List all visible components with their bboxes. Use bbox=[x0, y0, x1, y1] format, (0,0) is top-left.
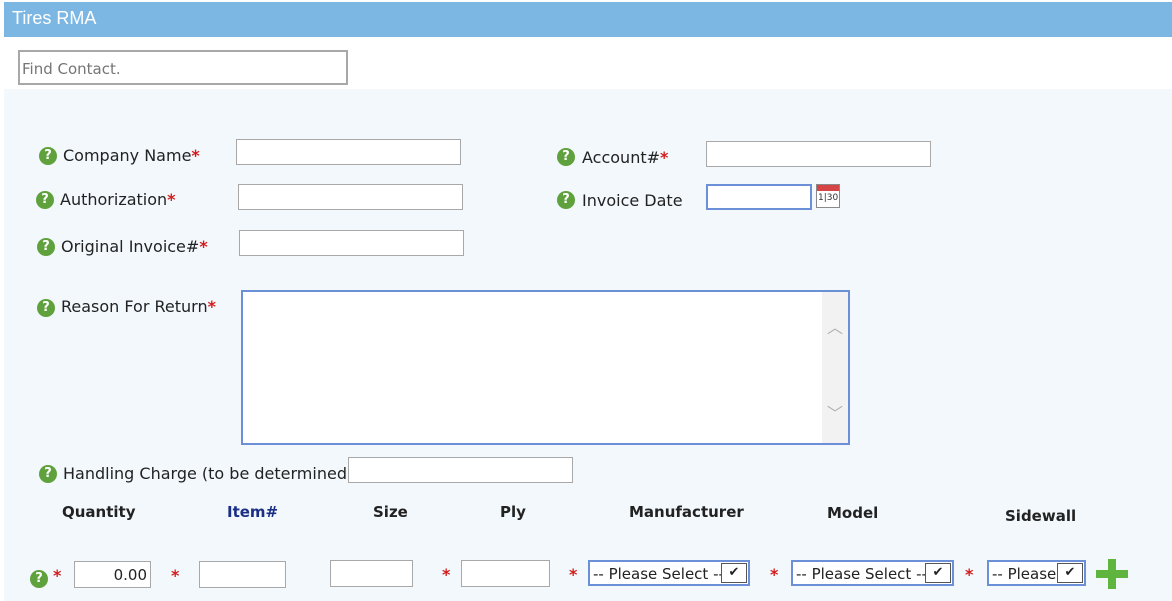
calendar-header bbox=[817, 185, 839, 191]
help-icon[interactable]: ? bbox=[39, 465, 57, 483]
header-size: Size bbox=[373, 503, 408, 521]
model-select[interactable]: -- Please Select -- ✔ bbox=[791, 560, 954, 586]
title-bar: Tires RMA bbox=[4, 2, 1172, 37]
handling-charge-label: Handling Charge (to be determined) bbox=[63, 464, 354, 483]
chevron-down-icon[interactable]: ✔ bbox=[1057, 563, 1083, 583]
required-marker: * bbox=[53, 566, 62, 585]
required-marker: * bbox=[965, 565, 974, 584]
help-icon[interactable]: ? bbox=[557, 148, 575, 166]
help-icon[interactable]: ? bbox=[39, 147, 57, 165]
header-sidewall: Sidewall bbox=[1005, 507, 1077, 525]
authorization-input[interactable] bbox=[238, 184, 463, 210]
manufacturer-select-value: -- Please Select -- bbox=[593, 565, 724, 583]
company-name-label: Company Name* bbox=[63, 146, 200, 165]
authorization-label: Authorization* bbox=[60, 190, 176, 209]
required-marker: * bbox=[569, 565, 578, 584]
reason-for-return-textarea[interactable]: ︿ ﹀ bbox=[241, 290, 850, 445]
header-ply: Ply bbox=[500, 503, 526, 521]
required-marker: * bbox=[442, 565, 451, 584]
required-marker: * bbox=[770, 565, 779, 584]
invoice-date-input[interactable] bbox=[706, 184, 812, 210]
chevron-down-icon[interactable]: ✔ bbox=[721, 563, 747, 583]
quantity-value: 0.00 bbox=[113, 566, 147, 584]
size-input[interactable] bbox=[330, 560, 413, 587]
company-name-input[interactable] bbox=[236, 139, 461, 165]
reason-for-return-label: Reason For Return* bbox=[61, 297, 216, 316]
scroll-down-icon[interactable]: ﹀ bbox=[827, 400, 843, 424]
help-icon[interactable]: ? bbox=[37, 299, 55, 317]
model-select-value: -- Please Select -- bbox=[796, 565, 927, 583]
find-contact-placeholder: Find Contact. bbox=[22, 60, 121, 78]
help-icon[interactable]: ? bbox=[30, 570, 48, 588]
handling-charge-input[interactable] bbox=[348, 457, 573, 483]
window-title: Tires RMA bbox=[12, 8, 97, 28]
textarea-scrollbar[interactable]: ︿ ﹀ bbox=[822, 292, 848, 443]
scroll-up-icon[interactable]: ︿ bbox=[827, 314, 843, 338]
header-model: Model bbox=[827, 504, 879, 522]
help-icon[interactable]: ? bbox=[557, 191, 575, 209]
calendar-glyph: 1|30 bbox=[818, 193, 839, 203]
help-icon[interactable]: ? bbox=[36, 191, 54, 209]
add-row-icon[interactable] bbox=[1096, 559, 1128, 589]
header-manufacturer: Manufacturer bbox=[629, 503, 744, 521]
plus-vertical-bar bbox=[1108, 559, 1116, 589]
account-label: Account#* bbox=[582, 148, 669, 167]
invoice-date-label: Invoice Date bbox=[582, 191, 683, 210]
quantity-input[interactable]: 0.00 bbox=[74, 561, 151, 588]
find-contact-input[interactable]: Find Contact. bbox=[18, 50, 348, 85]
account-input[interactable] bbox=[706, 141, 931, 167]
sidewall-select[interactable]: -- Please ✔ bbox=[987, 560, 1086, 586]
required-marker: * bbox=[171, 566, 180, 585]
chevron-down-icon[interactable]: ✔ bbox=[925, 563, 951, 583]
header-item[interactable]: Item# bbox=[227, 503, 278, 521]
calendar-icon[interactable]: 1|30 bbox=[816, 184, 840, 208]
header-quantity: Quantity bbox=[62, 503, 136, 521]
item-input[interactable] bbox=[199, 561, 286, 588]
ply-input[interactable] bbox=[461, 560, 550, 587]
original-invoice-label: Original Invoice#* bbox=[61, 237, 208, 256]
sidewall-select-value: -- Please bbox=[992, 565, 1057, 583]
help-icon[interactable]: ? bbox=[37, 238, 55, 256]
manufacturer-select[interactable]: -- Please Select -- ✔ bbox=[588, 560, 750, 586]
original-invoice-input[interactable] bbox=[239, 230, 464, 256]
